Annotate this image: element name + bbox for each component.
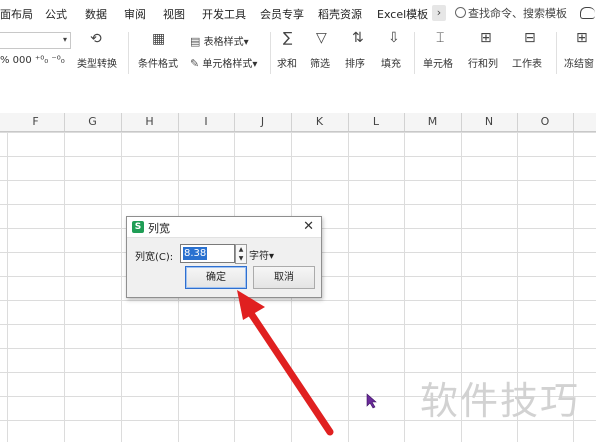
column-header-l[interactable]: L xyxy=(348,113,405,131)
column-header-k[interactable]: K xyxy=(291,113,349,131)
cell-icon: ⌶ xyxy=(436,30,445,46)
chevron-down-icon: ▾ xyxy=(62,35,67,44)
number-format-select[interactable]: ▾ xyxy=(0,32,71,49)
cell-style-button[interactable]: ✎ 单元格样式▾ xyxy=(190,55,257,70)
cancel-button[interactable]: 取消 xyxy=(253,266,315,289)
type-convert-button[interactable]: 类型转换 xyxy=(77,55,117,70)
watermark: 软件技巧 xyxy=(420,379,581,423)
menu-data[interactable]: 数据 xyxy=(85,6,107,22)
menu-review[interactable]: 审阅 xyxy=(124,6,146,22)
filter-button[interactable]: 筛选 xyxy=(310,55,330,70)
fill-button[interactable]: 填充 xyxy=(381,55,401,70)
table-style-label: 表格样式 xyxy=(203,37,244,48)
column-header-i[interactable]: I xyxy=(178,113,235,131)
menu-bar: 面布局 公式 数据 审阅 视图 开发工具 会员专享 稻壳资源 Excel模板 ›… xyxy=(0,0,596,28)
cell-button[interactable]: 单元格 xyxy=(423,55,453,70)
grid-line xyxy=(7,132,8,442)
menu-excel-templates[interactable]: Excel模板 xyxy=(377,6,428,22)
sum-button[interactable]: 求和 xyxy=(277,55,297,70)
ribbon: ▾ % 000 ⁺⁰₀ ⁻⁰₀ ⟲ 类型转换 ▦ 条件格式 ▤ 表格样式▾ ✎ … xyxy=(0,28,596,81)
cell-style-label: 单元格样式 xyxy=(202,59,253,70)
ok-button[interactable]: 确定 xyxy=(185,266,247,289)
unit-label: 字符 xyxy=(249,251,269,262)
column-header-m[interactable]: M xyxy=(404,113,462,131)
row-col-icon: ⊞ xyxy=(480,30,492,46)
cloud-icon[interactable] xyxy=(580,7,595,19)
freeze-icon: ⊞ xyxy=(576,30,588,46)
ribbon-separator xyxy=(128,32,129,74)
worksheet-button[interactable]: 工作表 xyxy=(512,55,542,70)
column-width-label: 列宽(C): xyxy=(135,252,174,263)
conditional-format-icon: ▦ xyxy=(152,31,166,47)
column-header-h[interactable]: H xyxy=(121,113,179,131)
table-style-button[interactable]: ▤ 表格样式▾ xyxy=(190,33,249,48)
search-text: 查找命令、搜索模板 xyxy=(468,7,567,20)
ribbon-separator xyxy=(556,32,557,74)
column-header-o[interactable]: O xyxy=(517,113,574,131)
wps-app-icon: S xyxy=(132,221,144,233)
freeze-button[interactable]: 冻结窗 xyxy=(564,55,594,70)
menu-more-button[interactable]: › xyxy=(432,5,446,21)
grid-line xyxy=(121,132,122,442)
conditional-format-button[interactable]: 条件格式 xyxy=(138,55,178,70)
grid-line xyxy=(348,132,349,442)
sort-button[interactable]: 排序 xyxy=(345,55,365,70)
column-width-stepper[interactable]: ▲ ▼ xyxy=(235,244,247,264)
column-header-f[interactable]: F xyxy=(7,113,65,131)
column-header-g[interactable]: G xyxy=(64,113,122,131)
menu-formulas[interactable]: 公式 xyxy=(45,6,67,22)
mouse-cursor-icon xyxy=(366,393,377,409)
column-width-value: 8.38 xyxy=(183,247,208,260)
ribbon-separator xyxy=(270,32,271,74)
convert-icon: ⟲ xyxy=(90,31,102,47)
fill-icon: ⇩ xyxy=(388,30,400,46)
unit-select[interactable]: 字符▾ xyxy=(249,247,274,262)
column-width-input[interactable]: 8.38 xyxy=(180,244,235,263)
menu-member[interactable]: 会员专享 xyxy=(260,6,304,22)
sum-icon: ∑ xyxy=(283,30,293,46)
row-col-button[interactable]: 行和列 xyxy=(468,55,498,70)
filter-icon: ▽ xyxy=(316,30,327,46)
dialog-title-bar[interactable]: S 列宽 ✕ xyxy=(127,217,321,238)
formula-bar-area xyxy=(0,80,596,114)
ribbon-separator xyxy=(414,32,415,74)
menu-view[interactable]: 视图 xyxy=(163,6,185,22)
column-width-dialog: S 列宽 ✕ 列宽(C): 8.38 ▲ ▼ 字符▾ 确定 取消 xyxy=(126,216,322,298)
cell-style-icon: ✎ xyxy=(190,57,200,70)
close-icon[interactable]: ✕ xyxy=(303,219,314,234)
column-header: F G H I J K L M N O xyxy=(0,113,596,132)
search-icon xyxy=(455,7,466,18)
table-style-icon: ▤ xyxy=(190,35,201,48)
column-header-j[interactable]: J xyxy=(234,113,292,131)
grid-line xyxy=(404,132,405,442)
sort-icon: ⇅ xyxy=(352,30,364,46)
grid-line xyxy=(64,132,65,442)
menu-page-layout[interactable]: 面布局 xyxy=(0,6,33,22)
menu-developer[interactable]: 开发工具 xyxy=(202,6,246,22)
menu-docer[interactable]: 稻壳资源 xyxy=(318,6,362,22)
worksheet-icon: ⊟ xyxy=(524,30,536,46)
number-format-buttons[interactable]: % 000 ⁺⁰₀ ⁻⁰₀ xyxy=(0,55,65,66)
command-search[interactable]: 查找命令、搜索模板 xyxy=(455,5,567,21)
dialog-title: 列宽 xyxy=(148,222,170,235)
column-header-n[interactable]: N xyxy=(461,113,518,131)
